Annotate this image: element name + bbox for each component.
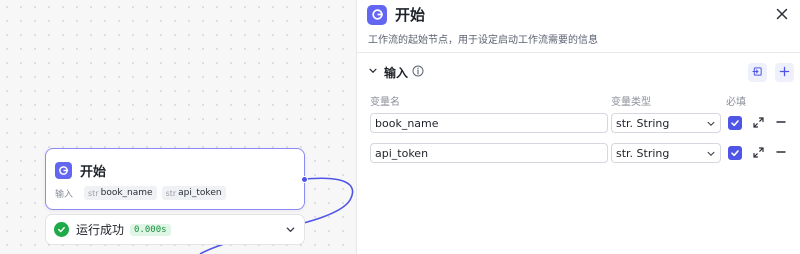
duration-badge: 0.000s <box>130 223 171 236</box>
workflow-canvas[interactable]: 开始 输入 str book_name str api_token 运行成功 0… <box>0 0 357 254</box>
minus-icon[interactable] <box>775 116 787 131</box>
output-port[interactable] <box>301 176 308 183</box>
import-icon <box>752 66 763 80</box>
start-node-icon <box>55 161 72 179</box>
input-chip: str api_token <box>161 186 226 200</box>
chevron-down-icon <box>706 119 716 132</box>
plus-icon <box>779 66 790 80</box>
variable-type-select[interactable]: str. String <box>611 113 721 133</box>
variable-name-input[interactable] <box>370 113 608 133</box>
required-checkbox[interactable] <box>728 116 742 130</box>
start-node-icon <box>367 4 387 25</box>
input-chip: str book_name <box>84 186 157 200</box>
expand-icon[interactable] <box>752 146 765 162</box>
expand-icon[interactable] <box>752 116 765 132</box>
collapse-icon[interactable] <box>368 66 378 79</box>
variable-row: str. String <box>357 113 800 135</box>
add-variable-button[interactable] <box>775 63 794 82</box>
variable-row: str. String <box>357 143 800 165</box>
variable-type-select[interactable]: str. String <box>611 143 721 163</box>
column-header-type: 变量类型 <box>611 97 651 108</box>
chevron-down-icon <box>706 149 716 162</box>
node-inputs-label: 输入 <box>55 189 74 200</box>
panel-description: 工作流的起始节点，用于设定启动工作流需要的信息 <box>368 35 598 46</box>
chevron-down-icon[interactable] <box>285 224 296 238</box>
close-icon[interactable] <box>774 6 790 22</box>
inputs-section-header[interactable]: 输入 <box>368 64 424 81</box>
section-label: 输入 <box>384 66 409 80</box>
import-button[interactable] <box>748 63 767 82</box>
column-header-required: 必填 <box>726 97 746 108</box>
variable-name-input[interactable] <box>370 143 608 163</box>
node-inputs: 输入 str book_name str api_token <box>46 183 304 200</box>
status-text: 运行成功 <box>76 223 125 237</box>
divider <box>357 52 800 53</box>
run-status-bar[interactable]: 运行成功 0.000s <box>45 214 305 245</box>
info-icon[interactable] <box>412 65 424 80</box>
node-config-panel: 开始 工作流的起始节点，用于设定启动工作流需要的信息 输入 变量名 变量类型 必… <box>357 0 800 254</box>
panel-header: 开始 <box>367 4 425 25</box>
node-title: 开始 <box>80 164 107 180</box>
column-header-name: 变量名 <box>370 97 400 108</box>
required-checkbox[interactable] <box>728 146 742 160</box>
minus-icon[interactable] <box>775 146 787 161</box>
success-icon <box>54 222 69 237</box>
panel-title: 开始 <box>395 6 426 24</box>
start-node[interactable]: 开始 输入 str book_name str api_token <box>45 148 308 210</box>
